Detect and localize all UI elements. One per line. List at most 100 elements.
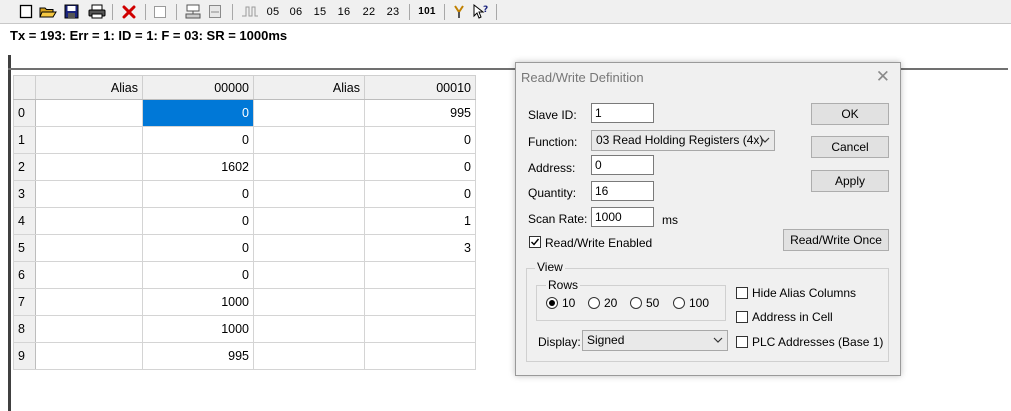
value-cell-selected[interactable]: 0 [142,99,254,127]
alias-cell[interactable] [253,234,365,262]
function-select[interactable]: 03 Read Holding Registers (4x) [591,130,775,151]
help-pointer-icon[interactable]: ? [472,3,490,20]
alias-cell[interactable] [35,207,143,235]
address-label: Address: [528,161,576,175]
alias-cell[interactable] [253,126,365,154]
cancel-button[interactable]: Cancel [811,136,889,158]
value-cell[interactable]: 1602 [142,153,254,181]
rw-enabled-label: Read/Write Enabled [545,236,653,250]
alias-cell[interactable] [253,153,365,181]
function-23-button[interactable]: 23 [384,3,402,20]
alias-cell[interactable] [253,342,365,370]
pulse-icon[interactable] [240,3,260,20]
alias-cell[interactable] [253,315,365,343]
delete-icon[interactable] [121,3,137,20]
toolbar-separator [112,4,113,20]
function-16-button[interactable]: 16 [335,3,353,20]
value-cell[interactable] [364,315,476,343]
quantity-label: Quantity: [528,186,577,200]
function-label: Function: [528,135,578,149]
value-cell[interactable]: 3 [364,234,476,262]
scan-rate-field[interactable]: 1000 [591,207,654,227]
alias-cell[interactable] [253,99,365,127]
display-select[interactable]: Signed [582,330,728,351]
grid-corner [13,75,36,100]
value-cell[interactable]: 1000 [142,315,254,343]
print-icon[interactable] [88,3,106,20]
hide-alias-checkbox[interactable] [736,287,748,299]
value-cell[interactable] [364,288,476,316]
alias-cell[interactable] [35,315,143,343]
blank-window-icon[interactable] [152,3,168,20]
value-cell[interactable]: 1 [364,207,476,235]
plc-addresses-checkbox[interactable] [736,336,748,348]
rows-50-radio[interactable] [630,297,642,309]
view-group-label: View [535,260,565,274]
value-cell[interactable] [364,261,476,289]
function-06-button[interactable]: 06 [287,3,305,20]
alias-cell[interactable] [35,261,143,289]
column-header-00010[interactable]: 00010 [364,75,476,100]
address-field[interactable]: 0 [591,155,654,175]
table-row: 5 0 3 [13,234,476,262]
column-header-00000[interactable]: 00000 [142,75,254,100]
column-header-alias-2[interactable]: Alias [253,75,365,100]
tools-icon[interactable] [451,3,467,20]
row-number: 5 [13,234,36,262]
open-folder-icon[interactable] [39,3,57,20]
function-select-value: 03 Read Holding Registers (4x) [596,133,764,147]
alias-cell[interactable] [35,153,143,181]
value-cell[interactable]: 1000 [142,288,254,316]
value-cell[interactable]: 0 [142,207,254,235]
value-cell[interactable] [364,342,476,370]
value-cell[interactable]: 0 [142,234,254,262]
apply-button[interactable]: Apply [811,170,889,192]
connect-icon[interactable] [184,3,202,20]
table-row: 1 0 0 [13,126,476,154]
value-cell[interactable]: 995 [364,99,476,127]
quantity-field[interactable]: 16 [591,181,654,201]
value-cell[interactable]: 995 [142,342,254,370]
alias-cell[interactable] [35,234,143,262]
alias-cell[interactable] [35,126,143,154]
close-icon[interactable]: ✕ [876,67,890,87]
function-22-button[interactable]: 22 [360,3,378,20]
value-cell[interactable]: 0 [364,153,476,181]
svg-text:?: ? [483,5,488,15]
rw-once-button[interactable]: Read/Write Once [783,229,889,251]
value-cell[interactable]: 0 [142,261,254,289]
value-cell[interactable]: 0 [364,180,476,208]
rows-20-radio[interactable] [588,297,600,309]
function-15-button[interactable]: 15 [311,3,329,20]
rw-enabled-checkbox[interactable] [529,236,541,248]
table-row: 8 1000 [13,315,476,343]
alias-cell[interactable] [35,288,143,316]
table-row: 9 995 [13,342,476,370]
alias-cell[interactable] [253,288,365,316]
value-cell[interactable]: 0 [364,126,476,154]
alias-cell[interactable] [35,99,143,127]
function-05-button[interactable]: 05 [264,3,282,20]
disconnect-icon[interactable] [207,3,223,20]
toolbar-separator [496,4,497,20]
chevron-down-icon [760,134,770,150]
slave-id-field[interactable]: 1 [591,103,654,123]
alias-cell[interactable] [253,180,365,208]
ok-button[interactable]: OK [811,103,889,125]
function-101-button[interactable]: 101 [415,3,439,20]
alias-cell[interactable] [253,207,365,235]
address-in-cell-checkbox[interactable] [736,311,748,323]
value-cell[interactable]: 0 [142,180,254,208]
save-icon[interactable] [63,3,79,20]
toolbar-separator [444,4,445,20]
alias-cell[interactable] [253,261,365,289]
column-header-alias-1[interactable]: Alias [35,75,143,100]
new-document-icon[interactable] [18,3,34,20]
row-number: 8 [13,315,36,343]
window-left-border [8,55,11,411]
rows-100-radio[interactable] [673,297,685,309]
rows-10-radio[interactable] [546,297,558,309]
alias-cell[interactable] [35,180,143,208]
value-cell[interactable]: 0 [142,126,254,154]
alias-cell[interactable] [35,342,143,370]
